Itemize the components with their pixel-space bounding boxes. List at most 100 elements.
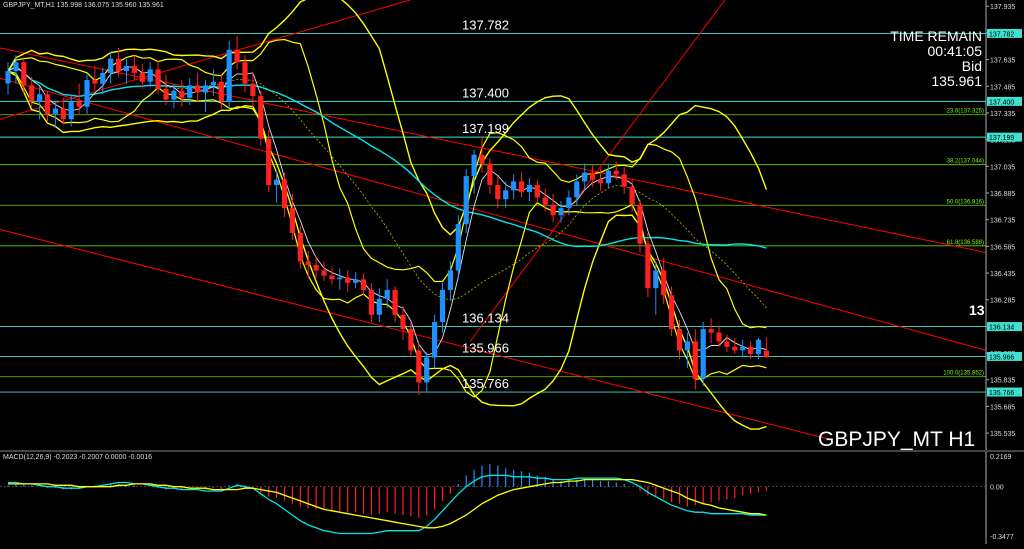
candle-bear bbox=[116, 58, 122, 72]
candle-bear bbox=[597, 179, 604, 184]
candle-bear bbox=[763, 350, 769, 358]
fib-level-label: 61.8(136.588) bbox=[947, 240, 984, 246]
candle-bull bbox=[653, 270, 659, 289]
macd-header: MACD(12,26,9) -0.2023 -0.2007 0.0000 -0.… bbox=[3, 454, 153, 461]
candle-bear bbox=[550, 204, 556, 216]
candle-bear bbox=[131, 65, 137, 73]
candle-bear bbox=[345, 277, 351, 283]
candle-bear bbox=[724, 341, 730, 347]
candle-bear bbox=[392, 289, 398, 315]
price-level-label: 137.199 bbox=[462, 121, 509, 136]
candle-bull bbox=[202, 85, 209, 93]
candle-bear bbox=[621, 174, 627, 187]
fib-level-label: 50.0(136.816) bbox=[947, 199, 984, 205]
candle-bear bbox=[590, 172, 596, 180]
candle-bear bbox=[155, 69, 161, 89]
macd-tick-label: 0.00 bbox=[990, 485, 1004, 492]
candle-bull bbox=[13, 62, 19, 72]
price-tick-label: 136.735 bbox=[990, 218, 1015, 225]
candle-bear bbox=[313, 265, 319, 271]
candle-bull bbox=[337, 277, 343, 280]
time-remain-label: TIME REMAIN bbox=[890, 28, 982, 44]
price-chart-svg: 23.6(137.325) 38.2(137.044) 50.0(136.816) 6… bbox=[0, 0, 1024, 544]
candle-bear bbox=[305, 261, 311, 266]
candle-bear bbox=[29, 85, 35, 102]
macd-tick-label: -0.3477 bbox=[990, 534, 1014, 541]
candle-bear bbox=[329, 275, 335, 280]
candle-bull bbox=[566, 197, 572, 209]
candle-bear bbox=[613, 170, 619, 175]
candle-bear bbox=[708, 329, 714, 333]
candle-bear bbox=[218, 81, 224, 102]
price-tag-label: 135.766 bbox=[989, 390, 1014, 397]
candle-bear bbox=[629, 186, 635, 205]
price-tick-label: 135.535 bbox=[990, 431, 1015, 438]
candle-bull bbox=[147, 69, 153, 82]
candle-bull bbox=[432, 321, 438, 358]
candle-bull bbox=[37, 94, 43, 102]
candle-bull bbox=[558, 208, 564, 216]
candle-bear bbox=[368, 289, 374, 315]
price-tag-label: 136.134 bbox=[989, 325, 1014, 332]
candle-bear bbox=[732, 346, 738, 351]
candle-bull bbox=[210, 81, 216, 86]
price-tick-label: 136.585 bbox=[990, 244, 1015, 251]
candle-bear bbox=[669, 295, 675, 330]
price-tick-label: 136.885 bbox=[990, 191, 1015, 198]
candle-bear bbox=[21, 62, 27, 86]
candle-bear bbox=[692, 341, 698, 379]
price-tick-label: 137.035 bbox=[990, 164, 1015, 171]
candle-bull bbox=[187, 85, 193, 98]
candle-bear bbox=[163, 88, 169, 100]
candle-bear bbox=[76, 101, 82, 107]
bid-value: 135.961 bbox=[931, 73, 982, 89]
candle-bear bbox=[479, 154, 485, 164]
price-tag-label: 137.400 bbox=[989, 99, 1014, 106]
candle-bull bbox=[455, 224, 461, 271]
candle-bull bbox=[84, 80, 90, 107]
candle-bear bbox=[92, 80, 98, 84]
price-tick-label: 137.335 bbox=[990, 111, 1015, 118]
candle-bull bbox=[755, 339, 762, 354]
price-level-label: 137.400 bbox=[462, 85, 509, 100]
side-number-label: 13 bbox=[969, 302, 985, 318]
candle-bear bbox=[400, 314, 406, 330]
candle-bear bbox=[179, 90, 185, 98]
candle-bear bbox=[258, 96, 264, 139]
candle-bear bbox=[266, 138, 272, 185]
candle-bull bbox=[740, 346, 746, 351]
bid-label: Bid bbox=[961, 58, 982, 74]
price-level-label: 135.766 bbox=[462, 376, 509, 391]
candle-bear bbox=[242, 62, 248, 84]
price-tick-label: 135.685 bbox=[990, 404, 1015, 411]
price-tag-label: 137.199 bbox=[989, 135, 1014, 142]
candle-bull bbox=[463, 176, 469, 225]
candle-bear bbox=[637, 204, 643, 244]
candle-bear bbox=[321, 270, 327, 276]
candle-bull bbox=[68, 101, 74, 120]
candle-bear bbox=[676, 329, 683, 351]
candle-bear bbox=[281, 179, 288, 209]
fib-level-label: 100.0(135.852) bbox=[943, 371, 984, 377]
candle-bull bbox=[384, 289, 390, 299]
candle-bear bbox=[748, 346, 754, 354]
price-tick-label: 137.935 bbox=[990, 4, 1015, 11]
candle-bear bbox=[487, 163, 493, 185]
candle-bull bbox=[424, 357, 430, 383]
candle-bull bbox=[700, 329, 706, 379]
candle-bull bbox=[605, 170, 611, 184]
candle-bull bbox=[353, 279, 359, 283]
candle-bull bbox=[471, 154, 477, 177]
candle-bear bbox=[645, 243, 651, 289]
candle-bull bbox=[526, 184, 532, 193]
price-tag-label: 135.966 bbox=[989, 354, 1014, 361]
price-tick-label: 137.635 bbox=[990, 58, 1015, 65]
candle-bear bbox=[139, 72, 145, 82]
candle-bear bbox=[716, 332, 722, 342]
price-tick-label: 135.835 bbox=[990, 378, 1015, 385]
candle-bull bbox=[274, 179, 280, 185]
price-tag-label: 137.782 bbox=[989, 31, 1014, 38]
candle-bear bbox=[408, 329, 414, 351]
candle-bull bbox=[439, 289, 446, 322]
chart-area[interactable]: 23.6(137.325) 38.2(137.044) 50.0(136.816) 6… bbox=[0, 0, 1024, 544]
